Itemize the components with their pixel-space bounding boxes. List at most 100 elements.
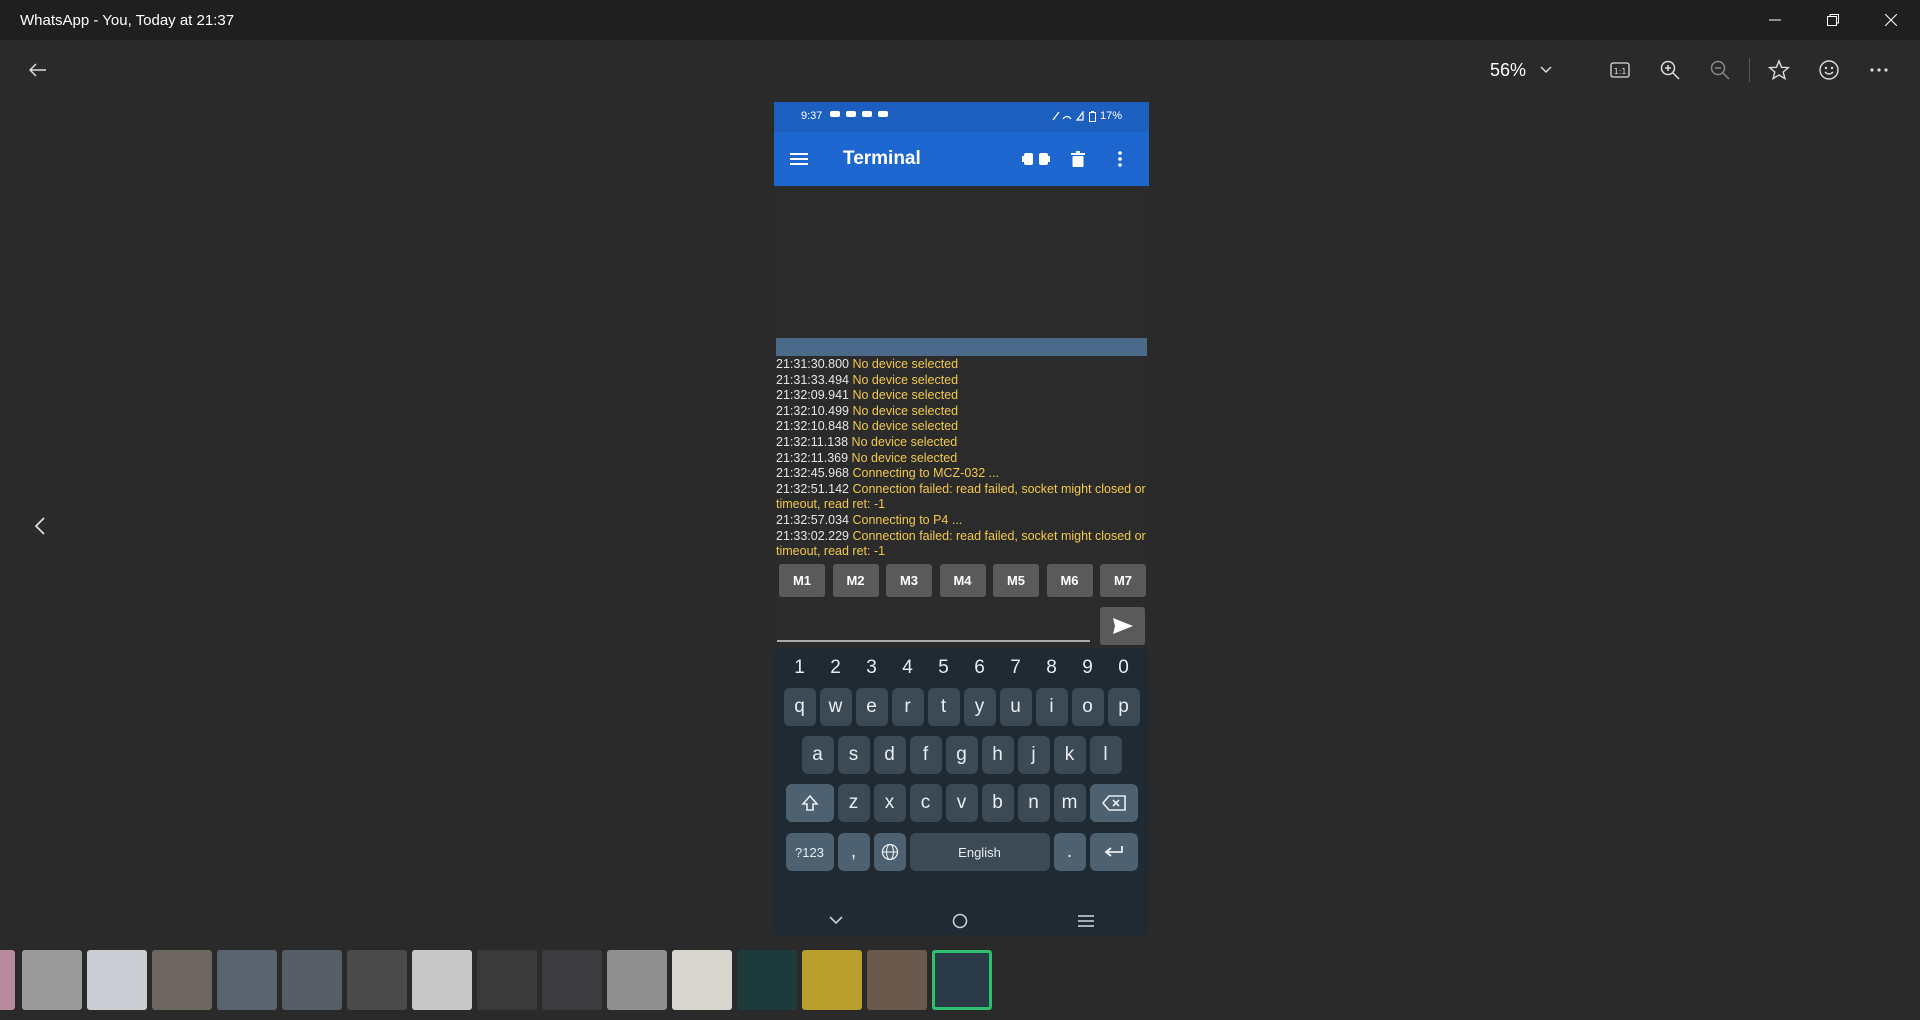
close-button[interactable] — [1862, 0, 1920, 40]
key-g[interactable]: g — [945, 736, 978, 774]
notification-icon — [830, 111, 888, 117]
thumbnail[interactable] — [22, 950, 82, 1010]
thumbnail[interactable] — [607, 950, 667, 1010]
key-h[interactable]: h — [981, 736, 1014, 774]
thumbnail[interactable] — [347, 950, 407, 1010]
macro-button-m7[interactable]: M7 — [1100, 564, 1146, 597]
key-3[interactable]: 3 — [856, 653, 888, 683]
zoom-dropdown[interactable]: 56% — [1490, 54, 1552, 86]
symbols-key[interactable]: ?123 — [785, 833, 834, 871]
restore-button[interactable] — [1804, 0, 1862, 40]
macro-button-m1[interactable]: M1 — [779, 564, 825, 597]
back-button[interactable] — [22, 56, 54, 84]
home-icon[interactable] — [952, 913, 968, 929]
svg-text:1:1: 1:1 — [1614, 67, 1627, 76]
react-button[interactable] — [1804, 54, 1854, 86]
emoji-icon — [1819, 60, 1839, 80]
key-u[interactable]: u — [999, 688, 1032, 726]
key-s[interactable]: s — [837, 736, 870, 774]
overflow-menu-button[interactable] — [1106, 146, 1134, 172]
previous-image-button[interactable] — [24, 510, 56, 542]
language-key[interactable] — [873, 833, 906, 871]
key-v[interactable]: v — [945, 784, 978, 822]
key-8[interactable]: 8 — [1036, 653, 1068, 683]
trash-icon — [1071, 151, 1085, 167]
thumbnail[interactable] — [0, 950, 15, 1010]
comma-key[interactable]: , — [837, 833, 870, 871]
key-z[interactable]: z — [837, 784, 870, 822]
send-text-input[interactable] — [777, 640, 1090, 642]
shift-key[interactable] — [785, 784, 834, 822]
key-i[interactable]: i — [1035, 688, 1068, 726]
macro-button-m6[interactable]: M6 — [1046, 564, 1093, 597]
menu-icon — [790, 153, 808, 165]
key-7[interactable]: 7 — [1000, 653, 1032, 683]
thumbnail[interactable] — [542, 950, 602, 1010]
macro-button-m3[interactable]: M3 — [886, 564, 932, 597]
macro-button-m4[interactable]: M4 — [939, 564, 986, 597]
key-l[interactable]: l — [1089, 736, 1122, 774]
key-2[interactable]: 2 — [820, 653, 852, 683]
favorite-button[interactable] — [1754, 54, 1804, 86]
key-k[interactable]: k — [1053, 736, 1086, 774]
thumbnail[interactable] — [412, 950, 472, 1010]
thumbnail-selected[interactable] — [932, 950, 992, 1010]
key-y[interactable]: y — [963, 688, 996, 726]
key-1[interactable]: 1 — [784, 653, 816, 683]
status-bar: 9:37 17% — [774, 102, 1149, 132]
menu-button[interactable] — [786, 146, 812, 172]
key-j[interactable]: j — [1017, 736, 1050, 774]
thumbnail[interactable] — [152, 950, 212, 1010]
minimize-button[interactable] — [1746, 0, 1804, 40]
space-key[interactable]: English — [909, 833, 1050, 871]
key-m[interactable]: m — [1053, 784, 1086, 822]
clear-button[interactable] — [1064, 146, 1092, 172]
zoom-in-button[interactable] — [1645, 54, 1695, 86]
send-icon — [1112, 618, 1133, 634]
thumbnail[interactable] — [217, 950, 277, 1010]
enter-key[interactable] — [1089, 833, 1138, 871]
backspace-key[interactable] — [1089, 784, 1138, 822]
key-w[interactable]: w — [819, 688, 852, 726]
thumbnail[interactable] — [672, 950, 732, 1010]
log-line: 21:32:51.142 Connection failed: read fai… — [776, 482, 1147, 513]
macro-button-m2[interactable]: M2 — [832, 564, 879, 597]
period-key[interactable]: . — [1053, 833, 1086, 871]
send-button[interactable] — [1100, 607, 1145, 645]
key-p[interactable]: p — [1107, 688, 1140, 726]
key-r[interactable]: r — [891, 688, 924, 726]
close-icon — [1885, 14, 1897, 26]
key-f[interactable]: f — [909, 736, 942, 774]
thumbnail[interactable] — [282, 950, 342, 1010]
thumbnail[interactable] — [737, 950, 797, 1010]
macro-button-m5[interactable]: M5 — [993, 564, 1039, 597]
chevron-down-icon[interactable] — [829, 916, 843, 925]
key-4[interactable]: 4 — [892, 653, 924, 683]
system-nav-bar — [774, 906, 1149, 935]
key-a[interactable]: a — [801, 736, 834, 774]
thumbnail[interactable] — [477, 950, 537, 1010]
more-options-button[interactable] — [1854, 54, 1904, 86]
key-c[interactable]: c — [909, 784, 942, 822]
key-n[interactable]: n — [1017, 784, 1050, 822]
key-o[interactable]: o — [1071, 688, 1104, 726]
key-t[interactable]: t — [927, 688, 960, 726]
connect-button[interactable] — [1022, 146, 1050, 172]
thumbnail[interactable] — [867, 950, 927, 1010]
key-0[interactable]: 0 — [1108, 653, 1140, 683]
key-q[interactable]: q — [783, 688, 816, 726]
key-b[interactable]: b — [981, 784, 1014, 822]
thumbnail[interactable] — [87, 950, 147, 1010]
key-5[interactable]: 5 — [928, 653, 960, 683]
key-e[interactable]: e — [855, 688, 888, 726]
recents-icon[interactable] — [1078, 914, 1095, 927]
key-x[interactable]: x — [873, 784, 906, 822]
actual-size-button[interactable]: 1:1 — [1595, 54, 1645, 86]
shift-icon — [800, 794, 819, 811]
zoom-out-button[interactable] — [1695, 54, 1745, 86]
key-9[interactable]: 9 — [1072, 653, 1104, 683]
key-6[interactable]: 6 — [964, 653, 996, 683]
key-d[interactable]: d — [873, 736, 906, 774]
battery-level: 17% — [1099, 110, 1122, 122]
thumbnail[interactable] — [802, 950, 862, 1010]
